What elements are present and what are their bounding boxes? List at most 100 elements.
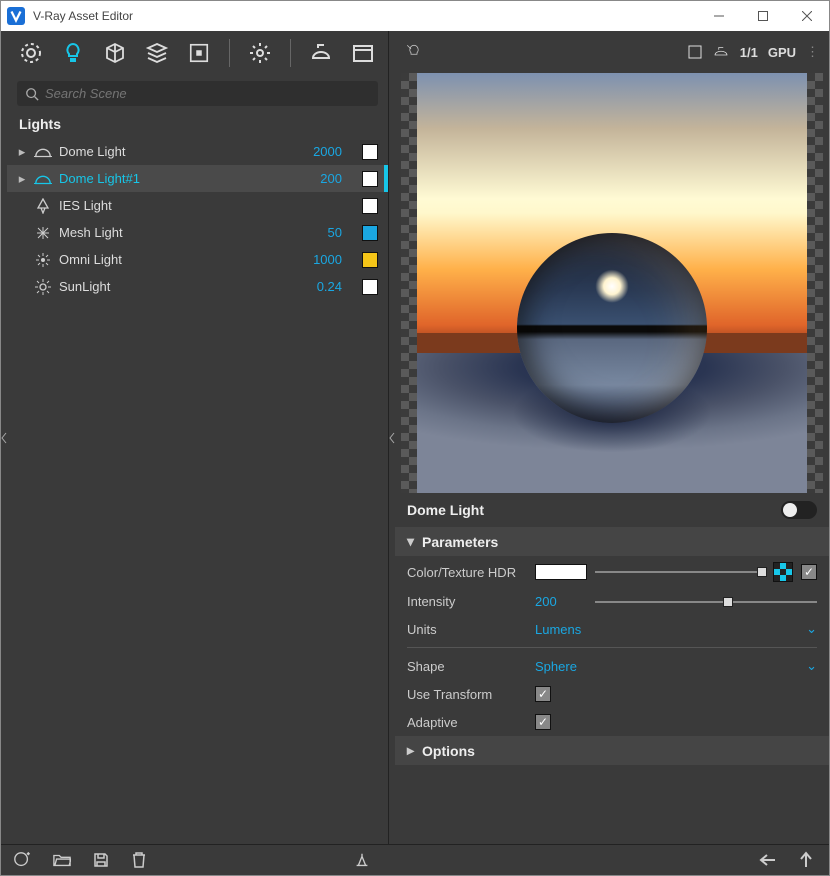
app-icon <box>7 7 25 25</box>
light-name: IES Light <box>59 198 288 213</box>
shape-row[interactable]: Shape Sphere ⌄ <box>395 652 829 680</box>
minimize-button[interactable] <box>697 1 741 31</box>
light-name: Dome Light#1 <box>59 171 288 186</box>
preview-fraction[interactable]: 1/1 <box>740 45 758 60</box>
materials-tab-icon[interactable] <box>15 37 47 69</box>
light-name: Omni Light <box>59 252 288 267</box>
light-row[interactable]: ▸ Dome Light#1 200 <box>7 165 388 192</box>
maximize-button[interactable] <box>741 1 785 31</box>
enable-toggle[interactable] <box>781 501 817 519</box>
checker-left <box>401 73 417 493</box>
dome-light-icon <box>33 145 53 159</box>
teapot-icon[interactable] <box>712 45 730 59</box>
preview-viewport <box>401 73 823 493</box>
units-value: Lumens <box>535 622 581 637</box>
checker-right <box>807 73 823 493</box>
light-swatch[interactable] <box>362 279 378 295</box>
right-panel: 1/1 GPU ⋮ <box>395 31 829 844</box>
ies-light-icon <box>33 198 53 214</box>
light-value: 0.24 <box>294 279 342 294</box>
use-transform-label: Use Transform <box>407 687 527 702</box>
color-texture-checkbox[interactable] <box>801 564 817 580</box>
light-value: 2000 <box>294 144 342 159</box>
preview-engine[interactable]: GPU <box>768 45 796 60</box>
isolate-icon[interactable] <box>405 43 423 61</box>
selected-light-title: Dome Light <box>407 502 484 518</box>
add-icon[interactable] <box>13 851 31 869</box>
light-name: Dome Light <box>59 144 288 159</box>
omni-light-icon <box>33 252 53 268</box>
lights-tab-icon[interactable] <box>57 37 89 69</box>
adaptive-checkbox[interactable] <box>535 714 551 730</box>
light-row[interactable]: Omni Light 1000 <box>7 246 388 273</box>
shape-value: Sphere <box>535 659 577 674</box>
toolbar-separator <box>229 39 230 67</box>
color-slider[interactable] <box>595 566 765 578</box>
footer <box>1 844 829 875</box>
intensity-value[interactable]: 200 <box>535 594 587 609</box>
use-transform-checkbox[interactable] <box>535 686 551 702</box>
geometry-tab-icon[interactable] <box>99 37 131 69</box>
light-row[interactable]: Mesh Light 50 <box>7 219 388 246</box>
open-icon[interactable] <box>53 852 71 868</box>
divider <box>407 647 817 648</box>
back-icon[interactable] <box>759 853 777 867</box>
intensity-slider[interactable] <box>595 596 817 608</box>
light-row[interactable]: ▸ Dome Light 2000 <box>7 138 388 165</box>
units-label: Units <box>407 622 527 637</box>
units-row[interactable]: Units Lumens ⌄ <box>395 615 829 643</box>
render-icon[interactable] <box>305 37 337 69</box>
light-value: 1000 <box>294 252 342 267</box>
sun-light-icon <box>33 279 53 295</box>
save-icon[interactable] <box>93 852 109 868</box>
delete-icon[interactable] <box>131 851 147 869</box>
category-header: Lights <box>7 110 388 138</box>
light-swatch[interactable] <box>362 252 378 268</box>
light-swatch[interactable] <box>362 225 378 241</box>
light-row[interactable]: SunLight0.24 <box>7 273 388 300</box>
layers-tab-icon[interactable] <box>141 37 173 69</box>
purge-icon[interactable] <box>353 851 371 869</box>
light-swatch[interactable] <box>362 171 378 187</box>
settings-icon[interactable] <box>244 37 276 69</box>
toolbar-separator-2 <box>290 39 291 67</box>
up-icon[interactable] <box>799 851 813 869</box>
frame-buffer-icon[interactable] <box>347 37 379 69</box>
preview-menu-icon[interactable]: ⋮ <box>806 44 819 60</box>
light-row[interactable]: IES Light <box>7 192 388 219</box>
color-texture-label: Color/Texture HDR <box>407 565 527 580</box>
left-collapse-handle[interactable] <box>1 31 7 844</box>
shape-label: Shape <box>407 659 527 674</box>
search-icon <box>25 87 39 101</box>
options-label: Options <box>422 743 475 759</box>
light-name: Mesh Light <box>59 225 288 240</box>
titlebar: V-Ray Asset Editor <box>1 1 829 31</box>
color-swatch[interactable] <box>535 564 587 580</box>
texture-checker-button[interactable] <box>773 562 793 582</box>
options-section-header[interactable]: ▸ Options <box>395 736 829 765</box>
close-button[interactable] <box>785 1 829 31</box>
panel-splitter[interactable] <box>389 31 395 844</box>
left-toolbar <box>7 31 395 75</box>
left-panel: Lights ▸ Dome Light 2000 ▸ Dome Light#1 200 IE… <box>7 31 389 844</box>
light-value: 200 <box>294 171 342 186</box>
textures-tab-icon[interactable] <box>183 37 215 69</box>
light-swatch[interactable] <box>362 144 378 160</box>
light-value: 50 <box>294 225 342 240</box>
preview-toolbar: 1/1 GPU ⋮ <box>395 31 829 73</box>
chevron-right-icon: ▸ <box>407 742 414 759</box>
intensity-label: Intensity <box>407 594 527 609</box>
dome-light-icon <box>33 172 53 186</box>
light-swatch[interactable] <box>362 198 378 214</box>
parameters-label: Parameters <box>422 534 498 550</box>
parameters-section-header[interactable]: ▾ Parameters <box>395 527 829 556</box>
chevron-down-icon: ▾ <box>407 533 414 550</box>
expand-caret[interactable]: ▸ <box>17 144 27 160</box>
mesh-light-icon <box>33 225 53 241</box>
chevron-down-icon: ⌄ <box>806 621 817 637</box>
properties-panel: Dome Light ▾ Parameters Color/Texture HD… <box>395 493 829 844</box>
search-input[interactable] <box>45 86 370 101</box>
search-field[interactable] <box>17 81 378 106</box>
square-icon[interactable] <box>688 45 702 59</box>
expand-caret[interactable]: ▸ <box>17 171 27 187</box>
